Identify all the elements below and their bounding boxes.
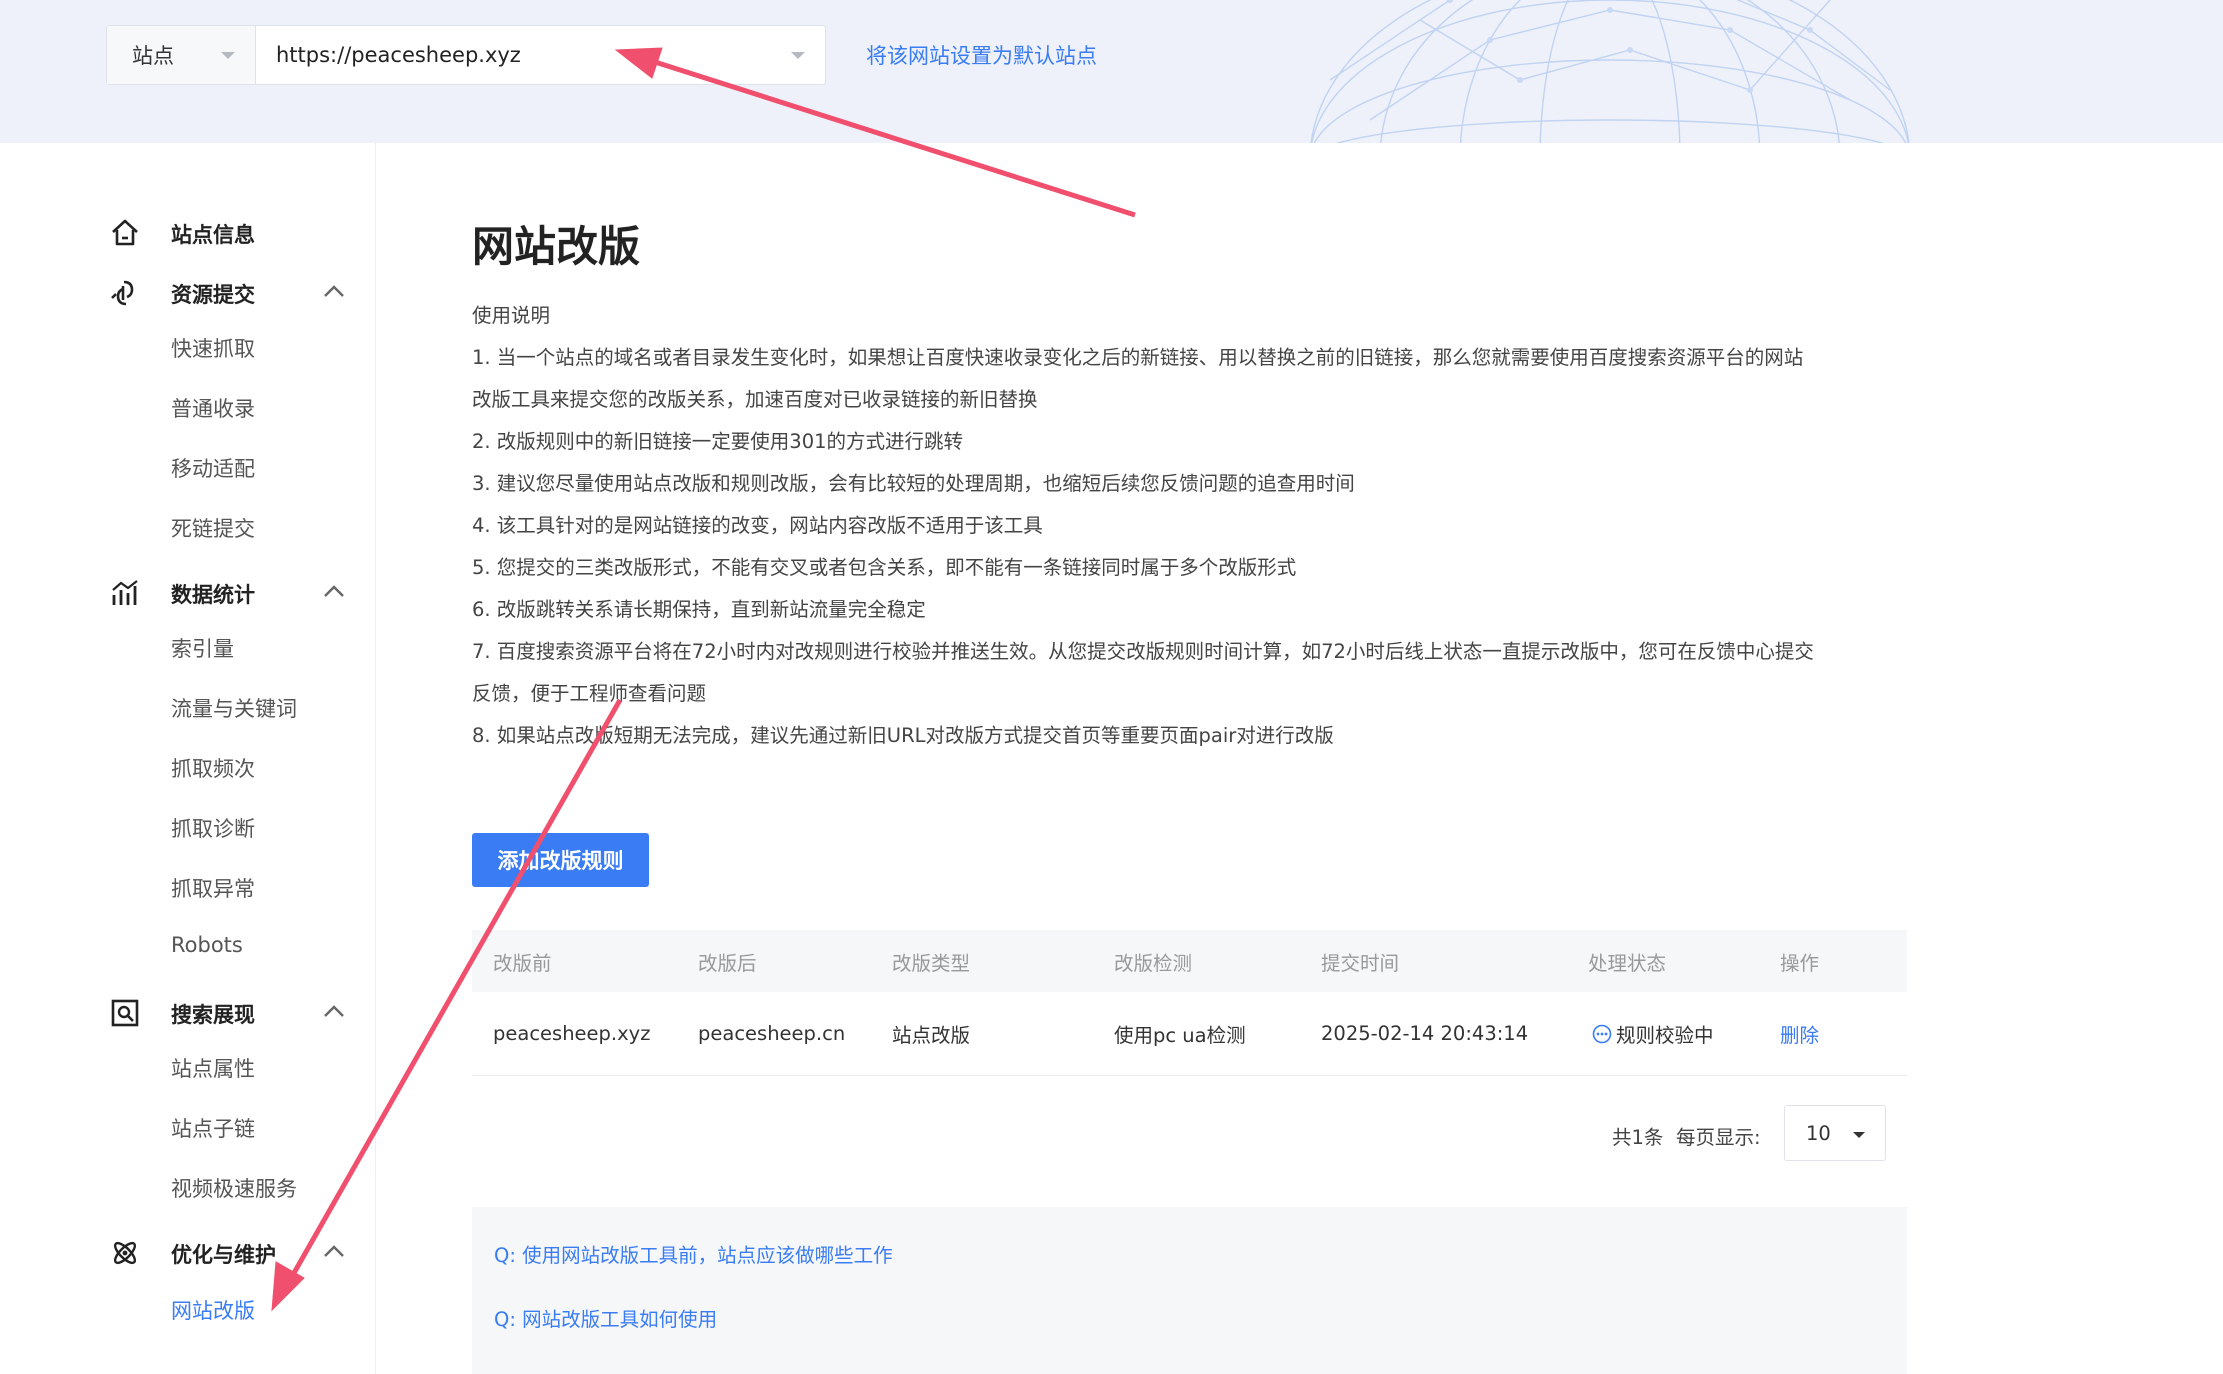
instructions-heading: 使用说明 — [472, 304, 551, 327]
sidebar-group-resource-submit[interactable]: 资源提交 — [0, 267, 376, 317]
sidebar-item-label: 网站改版 — [171, 1299, 255, 1323]
column-header: 改版后 — [698, 951, 757, 975]
page-size-select[interactable]: 10 — [1784, 1105, 1886, 1161]
instruction-line: 2. 改版规则中的新旧链接一定要使用301的方式进行跳转 — [472, 430, 964, 453]
sidebar-item-label: 站点信息 — [171, 223, 255, 247]
site-type-label: 站点 — [132, 44, 174, 68]
table-row: peacesheep.xyz peacesheep.cn 站点改版 使用pc u… — [472, 992, 1907, 1076]
sidebar-item-label: 抓取异常 — [171, 877, 255, 901]
sidebar-group-search-display[interactable]: 搜索展现 — [0, 987, 376, 1037]
column-header: 处理状态 — [1588, 951, 1667, 975]
caret-down-icon — [1853, 1132, 1865, 1138]
more-dots-icon — [1592, 1024, 1612, 1043]
chevron-down-icon — [791, 52, 805, 59]
instruction-line: 5. 您提交的三类改版形式，不能有交叉或者包含关系，即不能有一条链接同时属于多个… — [472, 556, 1297, 579]
page-size-value: 10 — [1806, 1122, 1831, 1145]
instruction-line: 4. 该工具针对的是网站链接的改变，网站内容改版不适用于该工具 — [472, 514, 1043, 537]
search-display-icon — [111, 999, 139, 1027]
status-badge: 规则校验中 — [1592, 992, 1714, 1075]
cell-before: peacesheep.xyz — [493, 1022, 651, 1045]
globe-decoration — [1310, 0, 1910, 143]
table-header: 改版前 改版后 改版类型 改版检测 提交时间 处理状态 操作 — [472, 930, 1907, 992]
site-type-dropdown[interactable]: 站点 — [107, 26, 256, 84]
instruction-line: 8. 如果站点改版短期无法完成，建议先通过新旧URL对改版方式提交首页等重要页面… — [472, 724, 1334, 747]
instruction-line: 改版工具来提交您的改版关系，加速百度对已收录链接的新旧替换 — [472, 388, 1038, 411]
sidebar-item-label: 抓取频次 — [171, 757, 255, 781]
sidebar-item-label: 站点属性 — [171, 1057, 255, 1081]
link-submit-icon — [111, 280, 134, 306]
faq-link[interactable]: Q: 使用网站改版工具前，站点应该做哪些工作 — [494, 1239, 893, 1268]
pagination: 共1条 每页显示: 10 — [472, 1105, 1886, 1161]
sidebar-item-label: 死链提交 — [171, 517, 255, 541]
add-revision-rule-button[interactable]: 添加改版规则 — [472, 833, 649, 887]
sidebar-item-site-info[interactable]: 站点信息 — [0, 207, 376, 257]
cell-detection: 使用pc ua检测 — [1114, 1024, 1246, 1047]
sidebar-item-label: 移动适配 — [171, 457, 255, 481]
instruction-line: 7. 百度搜索资源平台将在72小时内对改规则进行校验并推送生效。从您提交改版规则… — [472, 640, 1814, 663]
instruction-line: 反馈，便于工程师查看问题 — [472, 682, 707, 705]
chevron-up-icon[interactable] — [323, 284, 345, 298]
instruction-line: 3. 建议您尽量使用站点改版和规则改版，会有比较短的处理周期，也缩短后续您反馈问… — [472, 472, 1355, 495]
home-icon — [112, 219, 138, 246]
sidebar-item-label: 视频极速服务 — [171, 1177, 297, 1201]
column-header: 操作 — [1780, 951, 1820, 975]
cell-submit-time: 2025-02-14 20:43:14 — [1321, 1022, 1529, 1045]
page-root: 站点 https://peacesheep.xyz 将该网站设置为默认站点 站点… — [0, 0, 2223, 1374]
revision-table: 改版前 改版后 改版类型 改版检测 提交时间 处理状态 操作 peaceshee… — [472, 930, 1907, 1076]
chevron-down-icon — [221, 52, 235, 59]
sidebar-item-label: 普通收录 — [171, 397, 255, 421]
site-url-dropdown[interactable]: https://peacesheep.xyz — [256, 26, 825, 84]
sidebar-item-label: 抓取诊断 — [171, 817, 255, 841]
cell-type: 站点改版 — [892, 1024, 971, 1047]
column-header: 提交时间 — [1321, 951, 1400, 975]
site-url-value: https://peacesheep.xyz — [276, 43, 521, 67]
instruction-line: 1. 当一个站点的域名或者目录发生变化时，如果想让百度快速收录变化之后的新链接、… — [472, 346, 1804, 369]
faq-link[interactable]: Q: 网站改版工具如何使用 — [494, 1303, 717, 1332]
sidebar-group-data-stats[interactable]: 数据统计 — [0, 567, 376, 617]
sidebar-item-label: 快速抓取 — [171, 337, 255, 361]
column-header: 改版前 — [493, 951, 552, 975]
instruction-line: 6. 改版跳转关系请长期保持，直到新站流量完全稳定 — [472, 598, 926, 621]
bar-chart-icon — [112, 580, 138, 605]
sidebar-group-label: 数据统计 — [171, 583, 255, 607]
sidebar-group-label: 资源提交 — [171, 283, 255, 307]
site-selector: 站点 https://peacesheep.xyz — [106, 25, 826, 85]
page-title: 网站改版 — [472, 222, 641, 271]
chevron-up-icon[interactable] — [323, 584, 345, 598]
sidebar-item-label: 流量与关键词 — [171, 697, 297, 721]
sidebar: 站点信息 资源提交 快速抓取 普通收录 移动适配 死链提交 数据统计 索引量 流… — [0, 143, 376, 1374]
chevron-up-icon[interactable] — [323, 1004, 345, 1018]
faq-panel: Q: 使用网站改版工具前，站点应该做哪些工作 Q: 网站改版工具如何使用 — [472, 1207, 1907, 1374]
delete-link[interactable]: 删除 — [1780, 1019, 1819, 1048]
sidebar-group-optimize[interactable]: 优化与维护 — [0, 1227, 376, 1277]
column-header: 改版类型 — [892, 951, 971, 975]
total-count: 共1条 — [1612, 1126, 1664, 1149]
sidebar-item-label: 站点子链 — [171, 1117, 255, 1141]
sidebar-group-label: 搜索展现 — [171, 1003, 255, 1027]
sidebar-item-label: 索引量 — [171, 637, 234, 661]
cell-after: peacesheep.cn — [698, 1022, 846, 1045]
per-page-label: 每页显示: — [1676, 1126, 1761, 1149]
chevron-up-icon[interactable] — [323, 1244, 345, 1258]
sidebar-group-label: 优化与维护 — [171, 1243, 276, 1267]
instructions: 使用说明 1. 当一个站点的域名或者目录发生变化时，如果想让百度快速收录变化之后… — [472, 295, 1912, 757]
status-text: 规则校验中 — [1616, 1024, 1714, 1047]
optimize-icon — [113, 1241, 137, 1265]
column-header: 改版检测 — [1114, 951, 1193, 975]
sidebar-item-label: Robots — [171, 933, 243, 957]
cell-action: 删除 — [1780, 992, 1819, 1075]
top-header: 站点 https://peacesheep.xyz 将该网站设置为默认站点 — [0, 0, 2223, 143]
set-default-site-link[interactable]: 将该网站设置为默认站点 — [866, 40, 1097, 70]
